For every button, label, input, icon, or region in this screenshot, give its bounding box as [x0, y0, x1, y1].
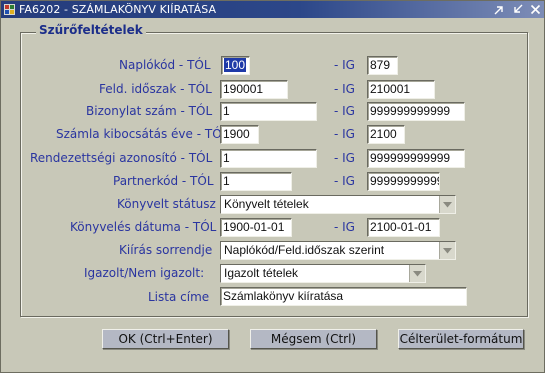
group-title: Szűrőfeltételek — [36, 23, 146, 37]
ok-button[interactable]: OK (Ctrl+Enter) — [102, 329, 229, 349]
restore-icon — [494, 5, 503, 14]
igazolt-label: Igazolt/Nem igazolt: — [84, 266, 205, 280]
partnerkod-label: Partnerkód - TÓL — [113, 174, 214, 188]
rendezettsegi-azonosito-ig-label: - IG — [334, 151, 355, 165]
szamla-kibocsatas-eve-ig-label: - IG — [334, 127, 355, 141]
kiiras-sorrendje-value: Naplókód/Feld.időszak szerint — [224, 243, 385, 257]
lista-cime-input[interactable]: Számlakönyv kiíratása — [220, 287, 467, 306]
dropdown-arrow-button[interactable] — [439, 242, 455, 259]
rendezettsegi-azonosito-to-input[interactable]: 999999999999 — [367, 149, 465, 168]
dropdown-arrow-button[interactable] — [439, 196, 455, 213]
cancel-button[interactable]: Mégsem (Ctrl) — [250, 329, 377, 349]
naplokod-from-value: 100 — [224, 58, 247, 72]
bizonylat-szam-to-input[interactable]: 999999999999 — [367, 102, 465, 121]
kiiras-sorrendje-select[interactable]: Naplókód/Feld.időszak szerint — [220, 241, 456, 260]
restore-button[interactable] — [492, 2, 506, 16]
rendezettsegi-azonosito-label: Rendezettségi azonosító - TÓL — [30, 151, 213, 165]
partnerkod-to-input[interactable]: 999999999999 — [367, 172, 440, 191]
naplokod-ig-label: - IG — [334, 58, 355, 72]
feld-idoszak-to-input[interactable]: 210001 — [367, 80, 435, 99]
konyveles-datuma-from-input[interactable]: 1900-01-01 — [220, 218, 292, 237]
konyvelt-statusz-label: Könyvelt státusz — [117, 197, 216, 211]
feld-idoszak-label: Feld. időszak - TÓL — [99, 82, 212, 96]
chevron-down-icon — [443, 201, 452, 207]
feld-idoszak-from-input[interactable]: 190001 — [220, 80, 288, 99]
dialog-window: FA6202 - SZÁMLAKÖNYV KIÍRATÁSA Szűrőfelt… — [0, 0, 545, 373]
szamla-kibocsatas-eve-label: Számla kibocsátás éve - TÓL — [56, 127, 229, 141]
konyveles-datuma-label: Könyvelés dátuma - TÓL — [70, 220, 217, 234]
close-icon — [530, 4, 540, 14]
bizonylat-szam-ig-label: - IG — [334, 104, 355, 118]
app-icon — [4, 4, 15, 15]
naplokod-label: Naplókód - TÓL — [119, 58, 211, 72]
bizonylat-szam-label: Bizonylat szám - TÓL — [86, 104, 213, 118]
kiiras-sorrendje-label: Kiírás sorrendje — [119, 243, 213, 257]
konyveles-datuma-ig-label: - IG — [334, 220, 355, 234]
szamla-kibocsatas-eve-from-input[interactable]: 1900 — [220, 125, 259, 144]
lista-cime-label: Lista címe — [148, 290, 210, 304]
igazolt-select[interactable]: Igazolt tételek — [220, 264, 426, 283]
target-format-button[interactable]: Célterület-formátum — [398, 329, 524, 349]
igazolt-value: Igazolt tételek — [224, 266, 299, 280]
naplokod-to-input[interactable]: 879 — [367, 56, 398, 75]
naplokod-from-input[interactable]: 100 — [221, 56, 250, 75]
chevron-down-icon — [413, 270, 422, 276]
window-title: FA6202 - SZÁMLAKÖNYV KIÍRATÁSA — [19, 3, 217, 16]
partnerkod-ig-label: - IG — [334, 174, 355, 188]
konyvelt-statusz-value: Könyvelt tételek — [224, 197, 309, 211]
rendezettsegi-azonosito-from-input[interactable]: 1 — [220, 149, 317, 168]
partnerkod-from-input[interactable]: 1 — [220, 172, 292, 191]
window-controls — [492, 2, 542, 17]
konyvelt-statusz-select[interactable]: Könyvelt tételek — [220, 195, 456, 214]
close-button[interactable] — [528, 2, 542, 16]
feld-idoszak-ig-label: - IG — [334, 82, 355, 96]
konyveles-datuma-to-input[interactable]: 2100-01-01 — [367, 218, 440, 237]
chevron-down-icon — [443, 247, 452, 253]
title-bar[interactable]: FA6202 - SZÁMLAKÖNYV KIÍRATÁSA — [1, 1, 544, 18]
szamla-kibocsatas-eve-to-input[interactable]: 2100 — [367, 125, 405, 144]
maximize-icon — [513, 4, 522, 13]
bizonylat-szam-from-input[interactable]: 1 — [220, 102, 317, 121]
maximize-button[interactable] — [510, 2, 524, 16]
dropdown-arrow-button[interactable] — [409, 265, 425, 282]
